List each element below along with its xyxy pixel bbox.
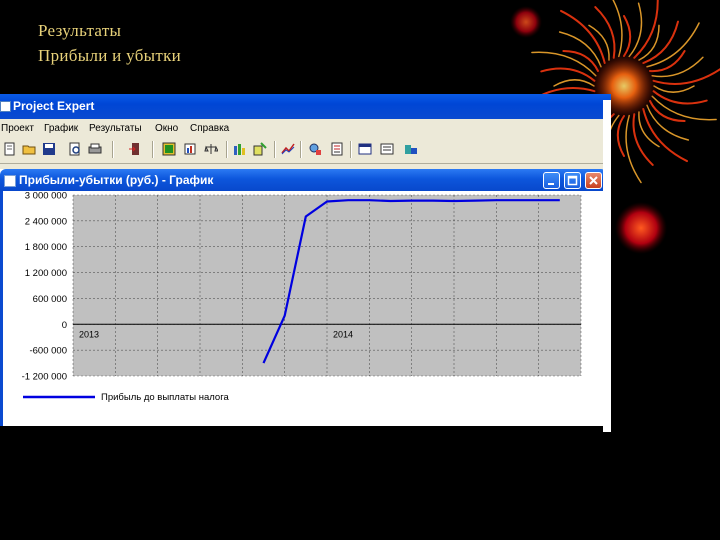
- report-list-icon[interactable]: [330, 142, 344, 156]
- firework-ray: [638, 111, 660, 148]
- toolbar-separator: [300, 141, 302, 158]
- chart-icon[interactable]: [183, 142, 197, 156]
- y-tick-label: 3 000 000: [25, 191, 67, 202]
- app-icon: [0, 101, 11, 112]
- analysis-icon[interactable]: [308, 142, 322, 156]
- firework-ray: [562, 50, 600, 72]
- x-tick-label: 2013: [79, 329, 99, 339]
- y-tick-label: 1 200 000: [25, 268, 67, 279]
- print-icon[interactable]: [88, 142, 102, 156]
- menu-bar: Проект График Результаты Окно Справка: [0, 119, 611, 137]
- firework-ray: [616, 115, 625, 157]
- firework-ray: [648, 50, 686, 73]
- firework-ray: [540, 67, 596, 82]
- close-button[interactable]: [585, 172, 602, 189]
- report-icon[interactable]: [233, 142, 247, 156]
- slide-title: Результаты Прибыли и убытки: [38, 18, 181, 68]
- chart-area: 3 000 000 2 400 000 1 800 000 1 200 000 600 …: [0, 191, 607, 426]
- firework-ray: [558, 31, 602, 68]
- menu-help[interactable]: Справка: [190, 123, 229, 134]
- y-tick-label: 600 000: [33, 294, 67, 305]
- right-edge-strip: [603, 100, 611, 432]
- y-tick-label: -1 200 000: [22, 372, 67, 383]
- minimize-icon: [548, 183, 554, 185]
- notes-icon[interactable]: [380, 142, 394, 156]
- firework-ray: [646, 104, 690, 141]
- firework-ray: [642, 20, 679, 65]
- slide-title-line2: Прибыли и убытки: [38, 46, 182, 65]
- chart-document-window: Прибыли-убытки (руб.) - График 3 000 000…: [0, 169, 607, 426]
- toolbar-separator: [152, 141, 154, 158]
- firework-ray: [588, 24, 610, 61]
- document-icon: [4, 175, 16, 187]
- project-expert-window: Project Expert Проект График Результаты …: [0, 94, 611, 426]
- profit-loss-chart: 3 000 000 2 400 000 1 800 000 1 200 000 600 …: [22, 191, 582, 403]
- pin-icon[interactable]: [253, 142, 267, 156]
- document-title: Прибыли-убытки (руб.) - График: [19, 173, 214, 187]
- firework-ray: [648, 100, 686, 122]
- list-icon[interactable]: [358, 142, 372, 156]
- export-icon[interactable]: [128, 142, 142, 156]
- save-icon[interactable]: [42, 142, 56, 156]
- legend-label: Прибыль до выплаты налога: [101, 392, 229, 403]
- firework-ray: [638, 24, 660, 61]
- new-icon[interactable]: [3, 142, 17, 156]
- balance-icon[interactable]: [204, 142, 218, 156]
- preview-icon[interactable]: [68, 142, 82, 156]
- toolbar-separator: [274, 141, 276, 158]
- y-tick-label: 1 800 000: [25, 242, 67, 253]
- firework-ray: [553, 79, 595, 87]
- firework-ray: [623, 15, 632, 57]
- y-tick-label: 0: [62, 320, 67, 331]
- minimize-button[interactable]: [543, 172, 560, 189]
- menu-window[interactable]: Окно: [155, 123, 178, 134]
- y-tick-label: 2 400 000: [25, 216, 67, 227]
- toolbar-separator: [226, 141, 228, 158]
- document-titlebar[interactable]: Прибыли-убытки (руб.) - График: [0, 169, 607, 191]
- maximize-button[interactable]: [564, 172, 581, 189]
- menu-results[interactable]: Результаты: [89, 123, 142, 134]
- firework-ray: [628, 2, 643, 58]
- close-icon: [589, 176, 598, 185]
- menu-project[interactable]: Проект: [1, 123, 34, 134]
- database-icon[interactable]: [404, 142, 418, 156]
- y-tick-label: -600 000: [29, 346, 67, 357]
- toolbar-separator: [112, 141, 114, 158]
- menu-chart[interactable]: График: [44, 123, 78, 134]
- x-tick-label: 2014: [333, 329, 353, 339]
- firework-ray: [652, 90, 708, 105]
- slide-title-line1: Результаты: [38, 21, 122, 40]
- firework-ray: [633, 0, 659, 59]
- toolbar-separator: [350, 141, 352, 158]
- table-icon[interactable]: [162, 142, 176, 156]
- app-title: Project Expert: [13, 99, 95, 113]
- firework-ray: [653, 85, 695, 93]
- line-chart-icon[interactable]: [281, 142, 295, 156]
- app-titlebar[interactable]: Project Expert: [0, 94, 611, 119]
- open-icon[interactable]: [22, 142, 36, 156]
- toolbar: [0, 137, 611, 164]
- maximize-icon: [567, 175, 578, 186]
